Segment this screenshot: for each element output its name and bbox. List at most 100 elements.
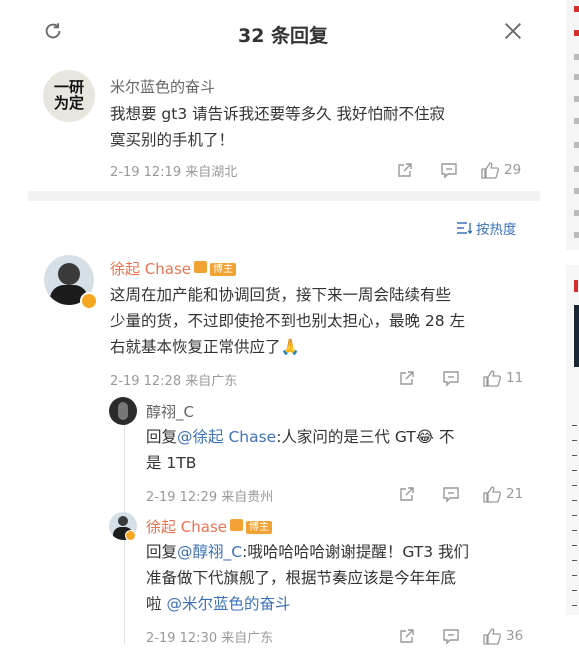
share-button[interactable] [398,625,416,647]
strip-marker [574,118,579,124]
sort-label: 按热度 [476,222,517,238]
reply-prefix: 回复 [146,428,178,446]
comment-text: 我想要 gt3 请告诉我还要等多久 我好怕耐不住寂 寞买别的手机了！ [110,101,520,153]
crown-icon [193,261,207,273]
like-icon [483,370,502,387]
strip-line [572,440,577,441]
avatar-text: 一研为定 [53,78,84,112]
reply-prefix: 回复 [146,543,178,561]
comment-author[interactable]: 米尔蓝色的奋斗 [110,76,215,97]
comment-icon [443,487,459,503]
strip-line [572,515,577,516]
like-button[interactable]: 11 [482,367,523,389]
section-divider [28,191,540,201]
share-button[interactable] [398,483,416,505]
comment-icon [443,371,459,387]
verified-icon [125,530,136,541]
like-icon [481,162,500,179]
comment-text-line: 是 1TB [146,454,197,472]
comment-text-line: 回复@醇祤_C:哦哈哈哈哈谢谢提醒！GT3 我们 [146,539,531,565]
sort-icon [457,222,472,234]
comment-text: 回复@醇祤_C:哦哈哈哈哈谢谢提醒！GT3 我们 准备做下代旗舰了，根据节奏应该… [146,539,531,617]
author-name: 徐起 Chase [110,260,191,278]
like-button[interactable]: 36 [482,625,523,647]
comment-text-line: 准备做下代旗舰了，根据节奏应该是今年年底 [146,569,457,587]
like-icon [483,628,502,645]
strip-line [572,545,577,546]
reply-rest: :哦哈哈哈哈谢谢提醒！GT3 我们 [242,543,470,561]
comment-text-line: 回复@徐起 Chase:人家问的是三代 GT😂 不 [146,424,526,450]
comment-text-line: 寞买别的手机了！ [110,131,235,149]
comment-text-line: 我想要 gt3 请告诉我还要等多久 我好怕耐不住寂 [110,105,446,123]
verified-icon [80,292,98,310]
share-button[interactable] [396,159,414,181]
comment-actions: 29 [396,159,526,181]
strip-marker [574,142,579,148]
crown-icon [229,519,243,531]
avatar[interactable] [109,397,137,425]
strip-marker [574,74,579,80]
strip-line [572,590,577,591]
avatar[interactable]: 一研为定 [43,70,95,122]
comment-button[interactable] [442,367,460,389]
share-icon [400,629,414,643]
like-count: 36 [506,628,524,644]
comment-text: 回复@徐起 Chase:人家问的是三代 GT😂 不 是 1TB [146,424,526,476]
strip-marker [574,54,579,60]
share-button[interactable] [398,367,416,389]
comment-icon [443,629,459,645]
comment-text: 这周在加产能和协调回货，接下来一周会陆续有些 少量的货，不过即使抢不到也别太担心… [110,282,530,360]
reply-prefix: 啦 [146,595,167,613]
share-icon [398,163,412,177]
comment-button[interactable] [442,483,460,505]
comment-button[interactable] [442,625,460,647]
comment-author[interactable]: 徐起 Chase 博主 [110,258,236,279]
comment-author[interactable]: 徐起 Chase 博主 [146,516,272,537]
like-icon [483,486,502,503]
comment-meta: 2-19 12:30 来自广东 [146,631,274,646]
avatar-head [118,516,128,526]
comment-text-line: 啦 @米尔蓝色的奋斗 [146,591,531,617]
strip-marker [574,210,579,216]
like-button[interactable]: 21 [482,483,523,505]
reply-rest: :人家问的是三代 GT😂 不 [276,428,455,446]
strip-marker [574,30,579,36]
mention-link[interactable]: @米尔蓝色的奋斗 [166,595,290,613]
strip-marker [574,188,579,194]
blogger-badge: 博主 [209,263,236,276]
like-button[interactable]: 29 [480,159,521,181]
like-count: 29 [504,162,522,178]
avatar-figure [118,402,128,420]
author-name: 徐起 Chase [146,518,227,536]
panel-header: 32 条回复 [28,12,538,52]
comment-text-line: 少量的货，不过即使抢不到也别太担心，最晚 28 左 [110,312,466,330]
comment-actions: 21 [398,483,528,505]
share-icon [400,371,414,385]
comment-actions: 36 [398,625,528,647]
comment-icon [441,163,457,179]
strip-line [572,455,577,456]
comment-meta: 2-19 12:19 来自湖北 [110,165,238,180]
strip-marker [574,96,579,102]
blogger-badge: 博主 [245,521,272,534]
strip-marker [574,6,579,12]
strip-line [572,575,577,576]
like-count: 21 [506,486,524,502]
comment-text-line: 这周在加产能和协调回货，接下来一周会陆续有些 [110,286,452,304]
mention-link[interactable]: @徐起 Chase [177,428,276,446]
panel-title: 32 条回复 [237,25,329,47]
strip-line [572,560,577,561]
reply-panel: 32 条回复 一研为定 米尔蓝色的奋斗 我想要 gt3 请告诉我还要等多久 我好… [0,0,552,668]
comment-button[interactable] [440,159,458,181]
strip-line [572,530,577,531]
strip-marker [574,280,578,292]
mention-link[interactable]: @醇祤_C [177,543,242,561]
close-icon[interactable] [502,20,524,42]
strip-image [574,305,579,367]
strip-line [572,605,577,606]
strip-marker [574,166,579,172]
like-count: 11 [506,370,524,386]
comment-author[interactable]: 醇祤_C [146,401,194,422]
sort-button[interactable]: 按热度 [456,218,517,238]
strip-line [572,500,577,501]
